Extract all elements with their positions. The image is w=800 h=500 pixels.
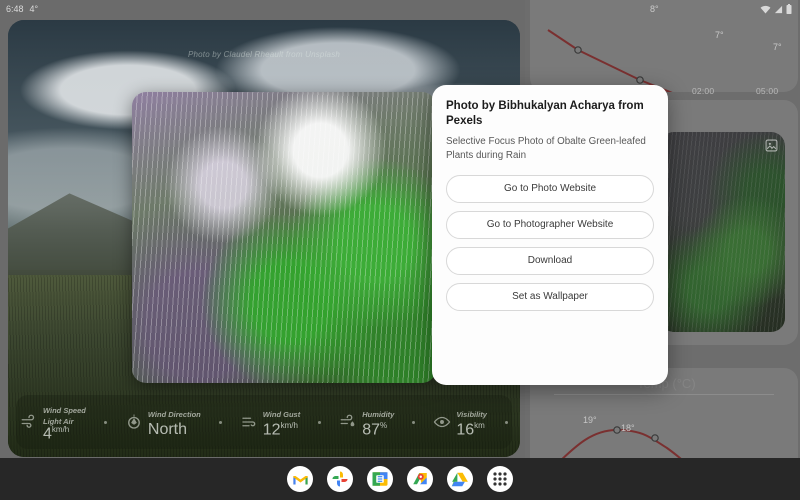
hourly-tick-label: 05:00 bbox=[756, 86, 779, 96]
wind-icon bbox=[21, 414, 35, 428]
stat-value: 87 bbox=[362, 421, 381, 439]
google-sheets-icon[interactable] bbox=[367, 466, 393, 492]
image-icon[interactable] bbox=[765, 139, 778, 152]
compass-icon bbox=[127, 414, 140, 429]
main-photo-credit: Photo by Claudel Rheault from Unsplash bbox=[187, 50, 341, 59]
download-button[interactable]: Download bbox=[446, 246, 654, 275]
status-bar-temperature: 4° bbox=[29, 4, 39, 14]
weather-stats-bar: Wind Speed Light Air 4km/h Wind Directio… bbox=[16, 395, 512, 449]
stat-separator bbox=[318, 420, 322, 424]
hourly-point-label: 7° bbox=[715, 30, 724, 40]
set-as-wallpaper-button[interactable]: Set as Wallpaper bbox=[446, 282, 654, 311]
stat-unit: km/h bbox=[280, 420, 298, 430]
stat-visibility[interactable]: Visibility 16km bbox=[433, 405, 487, 439]
google-drive-icon[interactable] bbox=[447, 466, 473, 492]
battery-icon bbox=[786, 4, 792, 14]
daily-temperature-chart bbox=[561, 426, 682, 458]
stat-value: 12 bbox=[262, 421, 281, 439]
stat-label: Humidity bbox=[362, 410, 395, 420]
taskbar bbox=[0, 458, 800, 500]
stat-humidity[interactable]: Humidity 87% bbox=[339, 405, 394, 439]
hourly-point-label: 7° bbox=[773, 42, 782, 52]
dialog-description: Selective Focus Photo of Obalte Green-le… bbox=[446, 136, 646, 161]
google-maps-icon[interactable] bbox=[407, 466, 433, 492]
stat-label: Visibility bbox=[456, 410, 487, 420]
stat-value: North bbox=[147, 421, 188, 438]
google-photos-icon[interactable] bbox=[327, 466, 353, 492]
stat-separator bbox=[218, 420, 222, 424]
daily-point-label: 18° bbox=[621, 423, 635, 433]
stat-label: Wind Gust bbox=[262, 410, 301, 420]
stat-value: 4 bbox=[43, 425, 52, 443]
gmail-icon[interactable] bbox=[287, 466, 313, 492]
hourly-tick-label: 02:00 bbox=[692, 86, 715, 96]
stat-unit: % bbox=[380, 420, 388, 430]
app-drawer-icon[interactable] bbox=[487, 466, 513, 492]
humidity-icon bbox=[340, 414, 355, 427]
stat-unit: km/h bbox=[51, 424, 70, 434]
dialog-button-group: Go to Photo Website Go to Photographer W… bbox=[446, 174, 654, 311]
status-bar: 6:48 4° bbox=[0, 0, 800, 18]
go-to-photographer-website-button[interactable]: Go to Photographer Website bbox=[446, 210, 654, 239]
stat-separator bbox=[504, 420, 508, 424]
wifi-icon bbox=[760, 5, 771, 14]
today-background-photo bbox=[660, 132, 785, 332]
signal-icon bbox=[774, 5, 783, 14]
stat-label: Wind Speed bbox=[43, 406, 86, 416]
stat-wind-gust[interactable]: Wind Gust 12km/h bbox=[240, 405, 300, 439]
dialog-title: Photo by Bibhukalyan Acharya from Pexels bbox=[446, 100, 644, 128]
stat-label: Wind Direction bbox=[147, 410, 201, 420]
stat-wind-speed[interactable]: Wind Speed Light Air 4km/h bbox=[20, 401, 86, 443]
stat-separator bbox=[103, 420, 107, 424]
daily-point-label: 19° bbox=[583, 415, 597, 425]
visibility-icon bbox=[434, 416, 451, 428]
go-to-photo-website-button[interactable]: Go to Photo Website bbox=[446, 174, 654, 203]
stat-value: 16 bbox=[456, 421, 475, 439]
stat-unit: km bbox=[474, 420, 485, 430]
stat-separator bbox=[412, 420, 416, 424]
photo-preview[interactable] bbox=[132, 92, 436, 383]
gust-icon bbox=[242, 417, 256, 427]
photo-attribution-dialog: Photo by Bibhukalyan Acharya from Pexels… bbox=[432, 85, 668, 385]
status-bar-clock: 6:48 bbox=[6, 4, 24, 14]
stat-wind-direction[interactable]: Wind Direction North bbox=[125, 405, 201, 439]
